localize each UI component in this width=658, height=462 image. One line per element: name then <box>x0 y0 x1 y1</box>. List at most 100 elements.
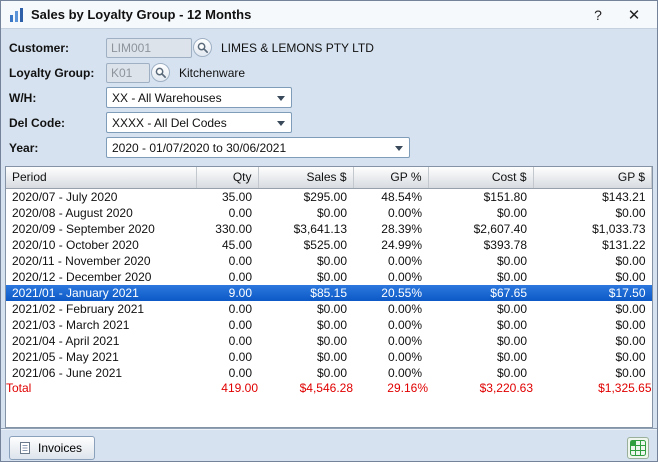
invoices-icon <box>18 441 32 455</box>
window-title: Sales by Loyalty Group - 12 Months <box>31 7 577 22</box>
cell-sales: $525.00 <box>258 237 353 253</box>
excel-icon <box>630 440 646 456</box>
search-icon <box>196 41 209 54</box>
warehouse-label: W/H: <box>9 91 106 105</box>
table-row[interactable]: 2020/09 - September 2020330.00$3,641.132… <box>6 221 652 237</box>
column-header-qty[interactable]: Qty <box>196 167 258 188</box>
cell-cost: $0.00 <box>428 205 533 221</box>
table-row[interactable]: 2021/06 - June 20210.00$0.000.00%$0.00$0… <box>6 365 652 381</box>
loyalty-group-name-text: Kitchenware <box>179 66 245 80</box>
cell-gp: $1,033.73 <box>533 221 652 237</box>
cell-period: 2020/08 - August 2020 <box>6 205 196 221</box>
cell-cost: $0.00 <box>428 365 533 381</box>
cell-cost: $67.65 <box>428 285 533 301</box>
cell-sales: $0.00 <box>258 317 353 333</box>
column-header-gp[interactable]: GP $ <box>533 167 652 188</box>
sales-grid: Period Qty Sales $ GP % Cost $ GP $ 2020… <box>5 166 653 428</box>
search-icon <box>154 66 167 79</box>
cell-period: 2020/11 - November 2020 <box>6 253 196 269</box>
customer-code-field: LIM001 <box>106 38 192 58</box>
table-row[interactable]: 2020/08 - August 20200.00$0.000.00%$0.00… <box>6 205 652 221</box>
table-row[interactable]: 2020/07 - July 202035.00$295.0048.54%$15… <box>6 188 652 205</box>
invoices-button[interactable]: Invoices <box>9 436 95 460</box>
column-header-gp-pct[interactable]: GP % <box>353 167 428 188</box>
cell-cost: $0.00 <box>428 253 533 269</box>
invoices-button-label: Invoices <box>38 441 82 455</box>
excel-export-button[interactable] <box>627 437 649 459</box>
cell-qty: 35.00 <box>196 188 258 205</box>
customer-label: Customer: <box>9 41 106 55</box>
cell-gp: $0.00 <box>533 301 652 317</box>
cell-gp-pct: 0.00% <box>353 205 428 221</box>
year-label: Year: <box>9 141 106 155</box>
year-selected-value: 2020 - 01/07/2020 to 30/06/2021 <box>112 141 286 155</box>
table-row[interactable]: 2020/10 - October 202045.00$525.0024.99%… <box>6 237 652 253</box>
cell-period: 2021/04 - April 2021 <box>6 333 196 349</box>
cell-period: 2021/05 - May 2021 <box>6 349 196 365</box>
cell-total-gp-pct: 29.16% <box>353 381 428 395</box>
cell-total-cost: $3,220.63 <box>428 381 533 395</box>
title-bar: Sales by Loyalty Group - 12 Months ? ✕ <box>1 1 657 29</box>
cell-qty: 0.00 <box>196 349 258 365</box>
cell-sales: $0.00 <box>258 205 353 221</box>
del-code-selected-value: XXXX - All Del Codes <box>112 116 227 130</box>
table-row[interactable]: 2021/03 - March 20210.00$0.000.00%$0.00$… <box>6 317 652 333</box>
customer-row: Customer: LIM001 LIMES & LEMONS PTY LTD <box>9 37 649 58</box>
del-code-select[interactable]: XXXX - All Del Codes <box>106 112 292 133</box>
cell-qty: 0.00 <box>196 205 258 221</box>
cell-gp: $0.00 <box>533 349 652 365</box>
warehouse-row: W/H: XX - All Warehouses <box>9 87 649 108</box>
loyalty-group-lookup-button[interactable] <box>151 63 170 82</box>
cell-gp-pct: 0.00% <box>353 301 428 317</box>
cell-cost: $151.80 <box>428 188 533 205</box>
table-row[interactable]: 2021/05 - May 20210.00$0.000.00%$0.00$0.… <box>6 349 652 365</box>
cell-period: 2021/06 - June 2021 <box>6 365 196 381</box>
filter-form: Customer: LIM001 LIMES & LEMONS PTY LTD … <box>1 29 657 164</box>
total-row: Total 419.00 $4,546.28 29.16% $3,220.63 … <box>6 381 652 395</box>
cell-gp: $0.00 <box>533 333 652 349</box>
cell-gp-pct: 28.39% <box>353 221 428 237</box>
footer-bar: Invoices <box>1 428 657 462</box>
cell-gp: $143.21 <box>533 188 652 205</box>
cell-sales: $0.00 <box>258 333 353 349</box>
cell-period: 2020/07 - July 2020 <box>6 188 196 205</box>
chevron-down-icon <box>395 146 403 151</box>
loyalty-group-code-field: K01 <box>106 63 150 83</box>
close-button[interactable]: ✕ <box>619 3 649 27</box>
cell-gp-pct: 0.00% <box>353 349 428 365</box>
table-row[interactable]: 2021/01 - January 20219.00$85.1520.55%$6… <box>6 285 652 301</box>
column-header-period[interactable]: Period <box>6 167 196 188</box>
grid-header-row: Period Qty Sales $ GP % Cost $ GP $ <box>6 167 652 188</box>
cell-sales: $0.00 <box>258 349 353 365</box>
table-row[interactable]: 2021/04 - April 20210.00$0.000.00%$0.00$… <box>6 333 652 349</box>
year-select[interactable]: 2020 - 01/07/2020 to 30/06/2021 <box>106 137 410 158</box>
cell-gp: $0.00 <box>533 269 652 285</box>
customer-lookup-button[interactable] <box>193 38 212 57</box>
chevron-down-icon <box>277 121 285 126</box>
app-icon <box>9 7 25 23</box>
column-header-cost[interactable]: Cost $ <box>428 167 533 188</box>
column-header-sales[interactable]: Sales $ <box>258 167 353 188</box>
help-button[interactable]: ? <box>583 3 613 27</box>
cell-cost: $0.00 <box>428 301 533 317</box>
cell-period: 2021/02 - February 2021 <box>6 301 196 317</box>
cell-sales: $0.00 <box>258 301 353 317</box>
cell-cost: $0.00 <box>428 349 533 365</box>
cell-period: 2021/01 - January 2021 <box>6 285 196 301</box>
cell-qty: 9.00 <box>196 285 258 301</box>
customer-name-text: LIMES & LEMONS PTY LTD <box>221 41 374 55</box>
table-row[interactable]: 2020/12 - December 20200.00$0.000.00%$0.… <box>6 269 652 285</box>
cell-total-label: Total <box>6 381 196 395</box>
cell-period: 2020/10 - October 2020 <box>6 237 196 253</box>
loyalty-group-row: Loyalty Group: K01 Kitchenware <box>9 62 649 83</box>
cell-cost: $0.00 <box>428 269 533 285</box>
sales-by-loyalty-group-dialog: Sales by Loyalty Group - 12 Months ? ✕ C… <box>0 0 658 462</box>
cell-qty: 0.00 <box>196 269 258 285</box>
warehouse-select[interactable]: XX - All Warehouses <box>106 87 292 108</box>
cell-gp-pct: 0.00% <box>353 365 428 381</box>
cell-gp-pct: 0.00% <box>353 269 428 285</box>
cell-gp: $0.00 <box>533 205 652 221</box>
cell-qty: 330.00 <box>196 221 258 237</box>
table-row[interactable]: 2021/02 - February 20210.00$0.000.00%$0.… <box>6 301 652 317</box>
table-row[interactable]: 2020/11 - November 20200.00$0.000.00%$0.… <box>6 253 652 269</box>
